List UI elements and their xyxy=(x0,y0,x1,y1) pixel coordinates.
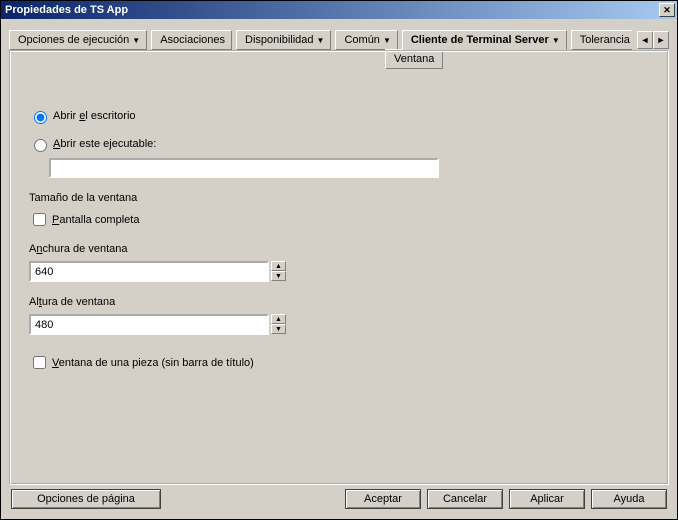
tab-label: Tolerancia xyxy=(580,33,630,47)
radio-open-desktop[interactable] xyxy=(34,111,47,124)
fullscreen-checkbox[interactable] xyxy=(33,213,46,226)
button-bar: Opciones de página Aceptar Cancelar Apli… xyxy=(9,485,669,511)
page-options-button[interactable]: Opciones de página xyxy=(11,489,161,509)
height-label: Altura de ventana xyxy=(29,296,649,308)
tab-label: Opciones de ejecución xyxy=(18,33,129,47)
tab-scroll-right-button[interactable]: ► xyxy=(653,31,669,49)
chevron-down-icon: ▼ xyxy=(383,37,391,45)
titlebar[interactable]: Propiedades de TS App ✕ xyxy=(1,1,677,19)
chevron-down-icon: ▼ xyxy=(132,37,140,45)
tab-run-options[interactable]: Opciones de ejecución ▼ xyxy=(9,30,147,50)
close-icon[interactable]: ✕ xyxy=(659,3,675,17)
tab-associations[interactable]: Asociaciones xyxy=(151,30,232,50)
tab-terminal-client[interactable]: Cliente de Terminal Server ▼ xyxy=(402,30,567,50)
tab-tolerance[interactable]: Tolerancia xyxy=(571,30,632,50)
window-frame: Propiedades de TS App ✕ Opciones de ejec… xyxy=(0,0,678,520)
tab-label: Asociaciones xyxy=(160,33,225,47)
tab-scroll-left-button[interactable]: ◄ xyxy=(637,31,653,49)
chevron-down-icon: ▼ xyxy=(317,37,325,45)
seamless-label: Ventana de una pieza (sin barra de títul… xyxy=(52,357,254,369)
height-spinner: ▲ ▼ xyxy=(29,314,286,335)
tab-label: Común xyxy=(344,33,379,47)
height-down-button[interactable]: ▼ xyxy=(271,324,286,334)
tab-label: Disponibilidad xyxy=(245,33,314,47)
radio-open-exec[interactable] xyxy=(34,139,47,152)
cancel-button[interactable]: Cancelar xyxy=(427,489,503,509)
height-up-button[interactable]: ▲ xyxy=(271,314,286,324)
tab-scroll-controls: ◄ ► xyxy=(637,31,669,49)
window-size-label: Tamaño de la ventana xyxy=(29,192,649,204)
tabstrip: Opciones de ejecución ▼ Asociaciones Dis… xyxy=(9,29,669,51)
width-spinner: ▲ ▼ xyxy=(29,261,286,282)
tab-availability[interactable]: Disponibilidad ▼ xyxy=(236,30,331,50)
radio-open-exec-label: Abrir este ejecutable: xyxy=(53,138,156,150)
width-label: Anchura de ventana xyxy=(29,243,649,255)
width-up-button[interactable]: ▲ xyxy=(271,261,286,271)
exec-path-input[interactable] xyxy=(49,158,439,178)
tab-common[interactable]: Común ▼ xyxy=(335,30,397,50)
radio-open-desktop-label: Abrir el escritorio xyxy=(53,110,136,122)
width-down-button[interactable]: ▼ xyxy=(271,271,286,281)
tab-panel: Abrir el escritorio Abrir este ejecutabl… xyxy=(9,50,669,485)
ok-button[interactable]: Aceptar xyxy=(345,489,421,509)
apply-button[interactable]: Aplicar xyxy=(509,489,585,509)
chevron-down-icon: ▼ xyxy=(552,37,560,45)
seamless-checkbox[interactable] xyxy=(33,356,46,369)
fullscreen-label: Pantalla completa xyxy=(52,214,139,226)
height-input[interactable] xyxy=(29,314,269,335)
window-title: Propiedades de TS App xyxy=(5,4,657,16)
help-button[interactable]: Ayuda xyxy=(591,489,667,509)
width-input[interactable] xyxy=(29,261,269,282)
client-area: Opciones de ejecución ▼ Asociaciones Dis… xyxy=(1,19,677,519)
tab-label: Cliente de Terminal Server xyxy=(411,33,549,47)
